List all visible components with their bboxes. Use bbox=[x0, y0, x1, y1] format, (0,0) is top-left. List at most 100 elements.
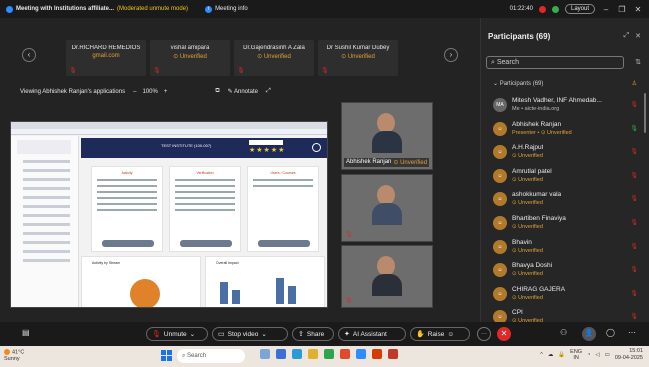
participant-tile[interactable]: Dr.RICHARD REMEDIOS gmail.com 🎙 bbox=[66, 40, 146, 76]
chevron-down-icon[interactable]: ⌄ bbox=[190, 330, 195, 338]
shared-chart-card: Overall Impact bbox=[205, 256, 325, 307]
zoom-out-button[interactable]: – bbox=[133, 89, 136, 95]
muted-mic-icon[interactable]: 🎙 bbox=[630, 290, 638, 297]
muted-mic-icon[interactable]: 🎙 bbox=[630, 313, 638, 320]
sort-icon[interactable]: ⇅ bbox=[635, 58, 641, 66]
close-panel-icon[interactable]: ✕ bbox=[635, 32, 641, 40]
participants-title: Participants (69) bbox=[488, 32, 551, 41]
teams-icon[interactable] bbox=[292, 349, 302, 359]
muted-mic-icon[interactable]: 🎙 bbox=[630, 243, 638, 250]
camera-tile[interactable]: 🎙 bbox=[341, 174, 433, 242]
muted-mic-icon[interactable]: 🎙 bbox=[630, 219, 638, 226]
chevron-up-icon[interactable]: ^ bbox=[540, 352, 543, 358]
gallery-prev-button[interactable]: ‹ bbox=[22, 48, 36, 62]
card-button bbox=[180, 240, 232, 247]
muted-mic-icon[interactable]: 🎙 bbox=[630, 101, 638, 108]
chevron-down-icon[interactable]: ⌄ bbox=[261, 330, 266, 338]
language-indicator[interactable]: ENG IN bbox=[570, 349, 582, 361]
chrome-icon[interactable] bbox=[340, 349, 350, 359]
card-title: Activity by Stream bbox=[92, 261, 121, 265]
participant-scrollbar[interactable] bbox=[644, 93, 646, 133]
participant-sub: ⊙ Unverified bbox=[512, 153, 543, 160]
ai-assistant-label: AI Assistant bbox=[352, 330, 387, 338]
raise-label: Raise bbox=[427, 330, 445, 338]
share-icon: ⇪ bbox=[298, 331, 304, 338]
weather-widget[interactable]: 41°C Sunny bbox=[4, 349, 24, 363]
participant-tile[interactable]: vishal amipara ⊙ Unverified 🎙 bbox=[150, 40, 230, 76]
start-button[interactable] bbox=[161, 350, 172, 361]
reactions-icon[interactable]: ☺ bbox=[447, 331, 454, 338]
raise-hand-button[interactable]: ✋ Raise ☺ bbox=[410, 327, 470, 341]
muted-mic-icon[interactable]: 🎙 bbox=[630, 172, 638, 179]
folder-icon[interactable] bbox=[308, 349, 318, 359]
muted-mic-icon: 🎙 bbox=[152, 331, 161, 338]
meeting-toolbar: ▤ 🎙 Unmute ⌄ ▭ Stop video ⌄ ⇪ Share ✦ AI… bbox=[0, 322, 649, 346]
expand-icon[interactable]: ⤢ bbox=[266, 88, 271, 95]
list-item[interactable]: ☺ Bhavya Doshi ⊙ Unverified 🎙 bbox=[481, 258, 649, 282]
minimize-button[interactable]: – bbox=[601, 5, 611, 14]
muted-mic-icon: 🎙 bbox=[237, 68, 245, 74]
participant-name: Amrutlal patel bbox=[512, 167, 552, 175]
landscape-app-icon[interactable] bbox=[260, 349, 270, 359]
list-item[interactable]: ☺ CHIRAG GAJERA ⊙ Unverified 🎙 bbox=[481, 282, 649, 306]
list-item[interactable]: ☺ Bhartiben Finaviya ⊙ Unverified 🎙 bbox=[481, 211, 649, 235]
wifi-icon[interactable]: ◔ bbox=[587, 352, 590, 358]
close-window-button[interactable]: ✕ bbox=[633, 5, 643, 14]
leave-meeting-button[interactable]: ✕ bbox=[497, 327, 511, 341]
taskbar-search-input[interactable]: ⌕ Search bbox=[177, 349, 245, 363]
annotate-button[interactable]: ✎ Annotate bbox=[228, 88, 258, 95]
more-icon[interactable]: ⋯ bbox=[628, 328, 636, 337]
stop-video-button[interactable]: ▭ Stop video ⌄ bbox=[212, 327, 288, 341]
shared-card: Activity bbox=[91, 166, 163, 252]
participant-tile[interactable]: Dr.Gajendrasinh A Zala ⊙ Unverified 🎙 bbox=[234, 40, 314, 76]
popout-icon[interactable]: ⤢ bbox=[624, 32, 630, 40]
unmute-button[interactable]: 🎙 Unmute ⌄ bbox=[146, 327, 208, 341]
list-item[interactable]: ☺ Amrutlal patel ⊙ Unverified 🎙 bbox=[481, 164, 649, 188]
chat-bubble-icon[interactable]: ◯ bbox=[606, 328, 615, 337]
clock[interactable]: 15:01 09-04-2025 bbox=[615, 348, 643, 362]
restore-button[interactable]: ❐ bbox=[617, 5, 627, 14]
participants-toggle-button[interactable]: 👤 bbox=[582, 327, 596, 341]
list-item[interactable]: ☺ Abhishek Ranjan Presenter • ⊙ Unverifi… bbox=[481, 117, 649, 141]
participant-tile[interactable]: Dr Sushil Kumar Dubey ⊙ Unverified 🎙 bbox=[318, 40, 398, 76]
stop-video-label: Stop video bbox=[227, 330, 259, 338]
list-item[interactable]: ☺ Bhavin ⊙ Unverified 🎙 bbox=[481, 235, 649, 259]
muted-mic-icon[interactable]: 🎙 bbox=[630, 195, 638, 202]
network-icon[interactable]: ☁ bbox=[548, 352, 554, 358]
shared-screen[interactable]: TEST INSTITUTE (100-007) ★★★★★ Activity … bbox=[10, 121, 328, 308]
apps-icon[interactable]: ⚇ bbox=[560, 328, 567, 337]
mic-on-icon[interactable]: 🎙 bbox=[630, 125, 638, 132]
layout-button[interactable]: Layout bbox=[564, 4, 595, 14]
zoom-controls: – 100% + bbox=[133, 89, 167, 95]
title-bar: Meeting with Institutions affiliate... (… bbox=[0, 0, 649, 18]
fit-screen-icon[interactable]: ⧉ bbox=[215, 88, 219, 95]
list-item[interactable]: ☺ ashokkumar vala ⊙ Unverified 🎙 bbox=[481, 187, 649, 211]
list-item[interactable]: MA Mitesh Vadher, INF Ahmedab... Me • ai… bbox=[481, 93, 649, 117]
rating-stars: ★★★★★ bbox=[249, 147, 286, 154]
ai-assistant-button[interactable]: ✦ AI Assistant bbox=[338, 327, 406, 341]
edge-icon[interactable] bbox=[324, 349, 334, 359]
chat-icon[interactable]: ▤ bbox=[22, 328, 30, 337]
share-button[interactable]: ⇪ Share bbox=[292, 327, 334, 341]
system-tray: ^ ☁ 🔒 ENG IN ◔ ◁ ▭ 15:01 09-04-2025 bbox=[540, 348, 643, 362]
lock-icon[interactable]: 🔒 bbox=[558, 352, 565, 358]
zoom-icon[interactable] bbox=[356, 349, 366, 359]
camera-tile[interactable]: Abhishek Ranjan ⊙ Unverified bbox=[341, 102, 433, 170]
meeting-info-button[interactable]: i Meeting info bbox=[205, 5, 248, 13]
participant-name: CHIRAG GAJERA bbox=[512, 285, 566, 293]
battery-icon[interactable]: ▭ bbox=[605, 352, 610, 358]
participants-group-toggle[interactable]: ⌄ Participants (69) bbox=[493, 80, 543, 87]
gallery-next-button[interactable]: › bbox=[444, 48, 458, 62]
list-item[interactable]: ☺ A.H.Rajput ⊙ Unverified 🎙 bbox=[481, 140, 649, 164]
participant-search-input[interactable]: ⌕ Search bbox=[486, 56, 624, 69]
muted-mic-icon[interactable]: 🎙 bbox=[630, 266, 638, 273]
office-icon[interactable] bbox=[372, 349, 382, 359]
task-view-icon[interactable] bbox=[276, 349, 286, 359]
camera-tile[interactable]: 🎙 bbox=[341, 245, 433, 308]
volume-icon[interactable]: ◁ bbox=[595, 352, 599, 358]
zoom-in-button[interactable]: + bbox=[164, 89, 168, 95]
app-icon[interactable] bbox=[388, 349, 398, 359]
more-options-button[interactable]: ··· bbox=[477, 327, 491, 341]
user-icon bbox=[312, 143, 321, 152]
muted-mic-icon[interactable]: 🎙 bbox=[630, 148, 638, 155]
